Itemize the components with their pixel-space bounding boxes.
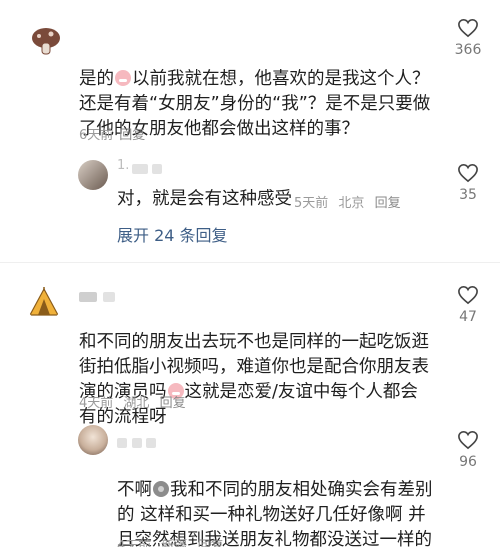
- reply-link[interactable]: 回复: [375, 196, 401, 211]
- avatar-mushroom[interactable]: [28, 23, 64, 59]
- blurred-username: [132, 438, 142, 448]
- reply-link[interactable]: 回复: [119, 128, 145, 143]
- heart-outline-icon: [458, 163, 478, 183]
- avatar-user[interactable]: [78, 160, 108, 190]
- heart-outline-icon: [458, 285, 478, 305]
- reply-text: 对，就是会有这种感受: [117, 189, 292, 209]
- divider: [0, 262, 500, 263]
- reply-link[interactable]: 回复: [160, 396, 186, 411]
- reply-meta: 4天前 新疆 回复: [117, 535, 224, 547]
- like-count: 96: [459, 454, 477, 470]
- comment-meta: 6天前 回复: [79, 128, 146, 143]
- reply-text: 不啊 我和不同的朋友相处确实会有差别 的 这样和买一种礼物送好几任好像啊 并 且突…: [117, 480, 433, 547]
- comment-text: 和不同的朋友出去玩不也是同样的一起吃饭逛 街拍低脂小视频吗，难道你也是配合你朋友…: [79, 332, 429, 427]
- avatar-tent[interactable]: [26, 285, 62, 321]
- blurred-username: [152, 164, 162, 174]
- blurred-username: [117, 438, 127, 448]
- grey-emoji-icon: [153, 481, 169, 497]
- blurred-username: [79, 292, 97, 302]
- like-button[interactable]: 35: [448, 163, 488, 203]
- blurred-username: [146, 438, 156, 448]
- comment-meta: 4天前 湖北 回复: [79, 396, 186, 411]
- reply-meta: 5天前 北京 回复: [294, 196, 401, 211]
- like-button[interactable]: 47: [448, 285, 488, 325]
- heart-outline-icon: [458, 430, 478, 450]
- reply-link[interactable]: 回复: [198, 539, 224, 547]
- username[interactable]: 1.: [117, 158, 129, 173]
- tent-avatar-icon: [28, 287, 60, 316]
- crying-emoji-icon: [115, 70, 131, 86]
- blurred-username: [132, 164, 148, 174]
- expand-replies-link[interactable]: 展开 24 条回复: [117, 222, 228, 246]
- like-button[interactable]: 96: [448, 430, 488, 470]
- avatar-user[interactable]: [78, 425, 108, 455]
- like-button[interactable]: 366: [448, 18, 488, 58]
- like-count: 366: [454, 42, 482, 58]
- mushroom-avatar-icon: [32, 28, 60, 55]
- like-count: 35: [459, 187, 477, 203]
- like-count: 47: [459, 309, 477, 325]
- heart-outline-icon: [458, 18, 478, 38]
- blurred-username: [103, 292, 115, 302]
